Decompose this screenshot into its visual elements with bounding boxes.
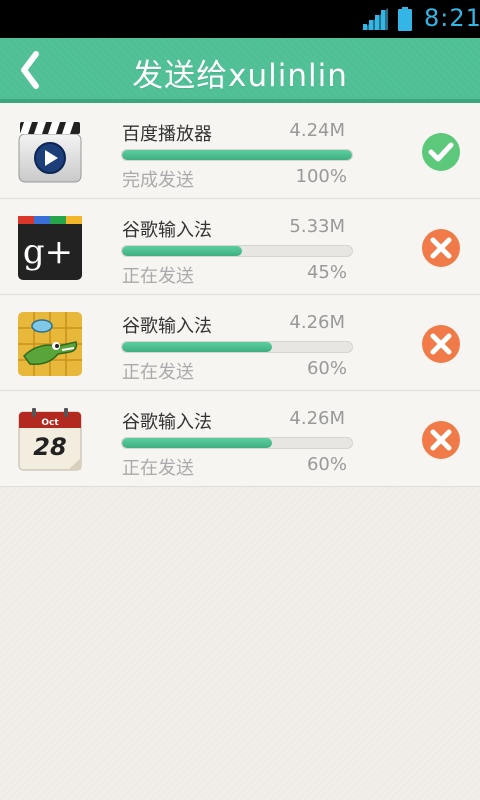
progress-fill bbox=[122, 150, 352, 160]
transfer-status: 正在发送 bbox=[122, 266, 194, 287]
signal-icon bbox=[362, 8, 388, 30]
progress-bar bbox=[121, 437, 353, 449]
svg-text:28: 28 bbox=[33, 433, 66, 461]
app-name: 谷歌输入法 bbox=[122, 412, 212, 433]
clock: 8:21 bbox=[424, 4, 480, 32]
video-player-icon bbox=[18, 122, 82, 183]
page-title: 发送给xulinlin bbox=[132, 58, 348, 94]
progress-bar bbox=[121, 245, 353, 257]
google-plus-icon: g+ bbox=[18, 216, 82, 280]
file-size: 4.26M bbox=[289, 408, 345, 429]
progress-bar bbox=[121, 149, 353, 161]
calendar-icon: Oct 28 bbox=[18, 408, 82, 471]
check-icon[interactable] bbox=[421, 132, 461, 172]
app-name: 谷歌输入法 bbox=[122, 220, 212, 241]
svg-text:Oct: Oct bbox=[41, 418, 59, 428]
transfer-status: 正在发送 bbox=[122, 362, 194, 383]
percent-label: 100% bbox=[295, 166, 347, 187]
cancel-icon[interactable] bbox=[421, 420, 461, 460]
file-size: 4.26M bbox=[289, 312, 345, 333]
file-size: 5.33M bbox=[289, 216, 345, 237]
percent-label: 60% bbox=[306, 454, 347, 475]
file-size: 4.24M bbox=[289, 120, 345, 141]
progress-bar bbox=[121, 341, 353, 353]
cancel-icon[interactable] bbox=[421, 324, 461, 364]
percent-label: 60% bbox=[306, 358, 347, 379]
svg-text:g+: g+ bbox=[23, 232, 73, 272]
transfer-status: 正在发送 bbox=[122, 458, 194, 479]
progress-fill bbox=[122, 246, 242, 256]
transfer-row: Oct 28 谷歌输入法 4.26M 正在发送 60% bbox=[0, 391, 480, 487]
transfer-row: g+ 谷歌输入法 5.33M 正在发送 45% bbox=[0, 199, 480, 295]
percent-label: 45% bbox=[306, 262, 347, 283]
transfer-row: 谷歌输入法 4.26M 正在发送 60% bbox=[0, 295, 480, 391]
transfer-status: 完成发送 bbox=[122, 170, 194, 191]
status-bar: 8:21 bbox=[0, 0, 480, 38]
progress-fill bbox=[122, 342, 272, 352]
progress-fill bbox=[122, 438, 272, 448]
battery-icon bbox=[398, 7, 412, 31]
transfer-row: 百度播放器 4.24M 完成发送 100% bbox=[0, 103, 480, 199]
title-bar: 发送给xulinlin bbox=[0, 38, 480, 103]
app-name: 百度播放器 bbox=[122, 124, 212, 145]
cancel-icon[interactable] bbox=[421, 228, 461, 268]
crocodile-game-icon bbox=[18, 312, 82, 376]
app-name: 谷歌输入法 bbox=[122, 316, 212, 337]
transfer-list: 百度播放器 4.24M 完成发送 100% g+ 谷歌输入法 5.33M 正在发… bbox=[0, 103, 480, 487]
